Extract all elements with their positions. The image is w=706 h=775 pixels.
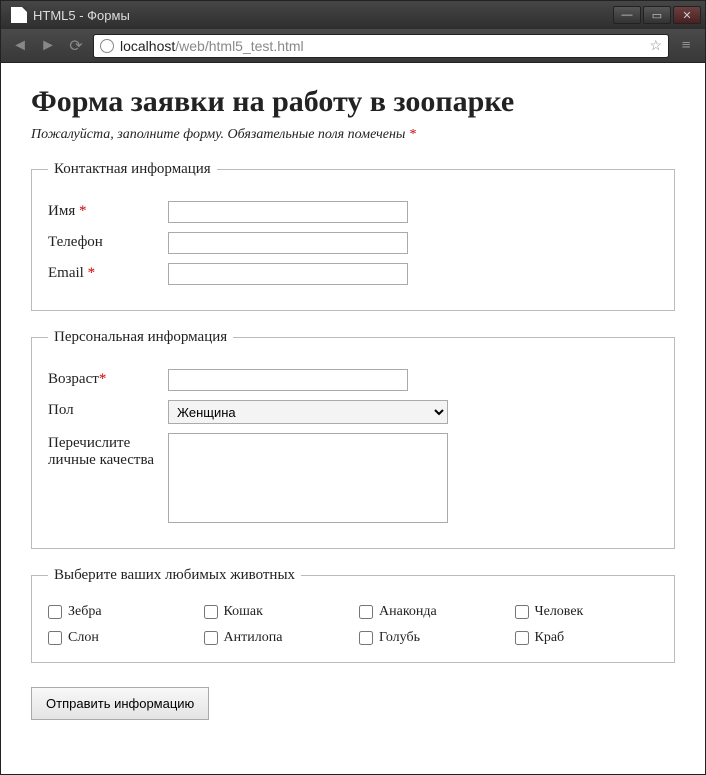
animal-label: Голубь	[379, 630, 420, 646]
fieldset-personal: Персональная информация Возраст* Пол Жен…	[31, 329, 675, 549]
label-gender: Пол	[48, 400, 168, 419]
animal-item[interactable]: Кошак	[204, 604, 348, 620]
animal-label: Анаконда	[379, 604, 437, 620]
window-buttons: — ▭ ✕	[613, 6, 701, 24]
menu-button[interactable]: ≡	[675, 35, 697, 57]
animal-item[interactable]: Антилопа	[204, 630, 348, 646]
browser-window: HTML5 - Формы — ▭ ✕ ◄ ► ⟳ localhost/web/…	[0, 0, 706, 775]
page-icon	[11, 7, 27, 23]
animal-label: Антилопа	[224, 630, 283, 646]
animal-item[interactable]: Человек	[515, 604, 659, 620]
fieldset-animals: Выберите ваших любимых животных Зебра Ко…	[31, 567, 675, 663]
titlebar: HTML5 - Формы — ▭ ✕	[1, 1, 705, 29]
maximize-button[interactable]: ▭	[643, 6, 671, 24]
animal-item[interactable]: Анаконда	[359, 604, 503, 620]
page-heading: Форма заявки на работу в зоопарке	[31, 85, 675, 119]
animal-checkbox[interactable]	[359, 605, 373, 619]
input-age[interactable]	[168, 369, 408, 391]
subtitle-text: Пожалуйста, заполните форму. Обязательны…	[31, 127, 409, 142]
row-email: Email *	[48, 263, 658, 285]
url-bar[interactable]: localhost/web/html5_test.html ☆	[93, 34, 669, 58]
input-phone[interactable]	[168, 232, 408, 254]
row-traits: Перечислите личные качества	[48, 433, 658, 523]
animals-grid: Зебра Кошак Анаконда Человек Слон Антило…	[48, 604, 658, 646]
animal-checkbox[interactable]	[359, 631, 373, 645]
label-age: Возраст*	[48, 369, 168, 388]
animal-label: Краб	[535, 630, 565, 646]
textarea-traits[interactable]	[168, 433, 448, 523]
animal-label: Зебра	[68, 604, 102, 620]
label-traits: Перечислите личные качества	[48, 433, 168, 469]
submit-button[interactable]: Отправить информацию	[31, 687, 209, 720]
animal-item[interactable]: Голубь	[359, 630, 503, 646]
row-name: Имя *	[48, 201, 658, 223]
select-gender[interactable]: Женщина	[168, 400, 448, 424]
animal-checkbox[interactable]	[515, 631, 529, 645]
animal-checkbox[interactable]	[48, 605, 62, 619]
window-title: HTML5 - Формы	[33, 8, 613, 23]
animal-checkbox[interactable]	[515, 605, 529, 619]
animal-item[interactable]: Краб	[515, 630, 659, 646]
page-subtitle: Пожалуйста, заполните форму. Обязательны…	[31, 127, 675, 143]
row-phone: Телефон	[48, 232, 658, 254]
url-host: localhost	[120, 38, 175, 54]
row-gender: Пол Женщина	[48, 400, 658, 424]
animal-item[interactable]: Слон	[48, 630, 192, 646]
back-button[interactable]: ◄	[9, 35, 31, 57]
legend-personal: Персональная информация	[48, 329, 233, 346]
required-marker: *	[409, 127, 416, 142]
legend-animals: Выберите ваших любимых животных	[48, 567, 301, 584]
fieldset-contact: Контактная информация Имя * Телефон Emai…	[31, 161, 675, 311]
animal-checkbox[interactable]	[48, 631, 62, 645]
legend-contact: Контактная информация	[48, 161, 217, 178]
animal-label: Слон	[68, 630, 99, 646]
animal-item[interactable]: Зебра	[48, 604, 192, 620]
bookmark-star-icon[interactable]: ☆	[649, 37, 662, 54]
reload-button[interactable]: ⟳	[65, 35, 87, 57]
forward-button[interactable]: ►	[37, 35, 59, 57]
minimize-button[interactable]: —	[613, 6, 641, 24]
animal-checkbox[interactable]	[204, 631, 218, 645]
animal-label: Кошак	[224, 604, 263, 620]
animal-checkbox[interactable]	[204, 605, 218, 619]
input-name[interactable]	[168, 201, 408, 223]
label-name: Имя *	[48, 201, 168, 220]
label-email: Email *	[48, 263, 168, 282]
url-path: /web/html5_test.html	[175, 38, 303, 54]
globe-icon	[100, 39, 114, 53]
page-viewport: Форма заявки на работу в зоопарке Пожалу…	[1, 63, 705, 774]
label-phone: Телефон	[48, 232, 168, 251]
animal-label: Человек	[535, 604, 584, 620]
input-email[interactable]	[168, 263, 408, 285]
row-age: Возраст*	[48, 369, 658, 391]
close-button[interactable]: ✕	[673, 6, 701, 24]
browser-toolbar: ◄ ► ⟳ localhost/web/html5_test.html ☆ ≡	[1, 29, 705, 63]
